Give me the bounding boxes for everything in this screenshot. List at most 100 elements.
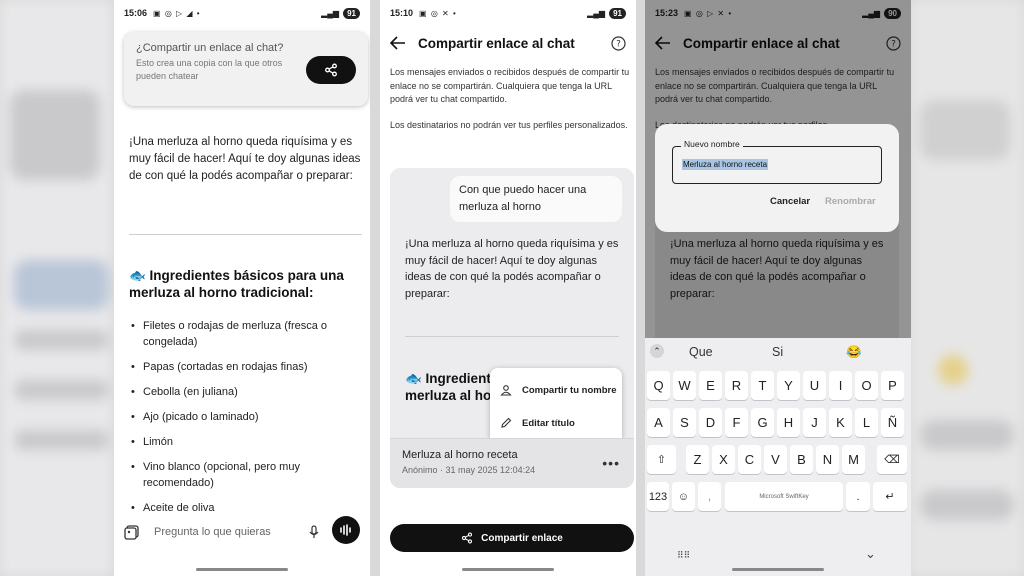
backspace-key-icon[interactable]: ⌫ — [877, 445, 907, 474]
key-row-4: 123 ☺ , Microsoft SwiftKey . ↵ — [645, 482, 911, 512]
ingredients-heading: 🐟 Ingredientes básicos para una merluza … — [129, 268, 344, 300]
right-background-blur — [910, 0, 1024, 576]
menu-item-label: Editar título — [522, 417, 575, 429]
key[interactable]: I — [829, 371, 852, 400]
key[interactable]: V — [764, 445, 787, 474]
person-icon — [500, 385, 512, 396]
key[interactable]: E — [699, 371, 722, 400]
list-item: Cebolla (en juliana) — [129, 384, 359, 400]
left-background-blur — [0, 0, 113, 576]
suggestion-item[interactable]: Si — [772, 345, 783, 359]
notification-icons: ▣ ◎ ✕ • — [419, 8, 457, 18]
suggestion-item[interactable]: Que — [689, 345, 713, 359]
share-link-button[interactable]: Compartir enlace — [390, 524, 634, 552]
numbers-key[interactable]: 123 — [647, 482, 669, 511]
phone-screen-2: 15:10 ▣ ◎ ✕ • ▂▄▆ 91 Compartir enlace al… — [380, 0, 636, 576]
back-arrow-icon[interactable] — [390, 36, 406, 50]
chat-preview-card: Con que puedo hacer una merluza al horno… — [390, 168, 634, 488]
attach-image-icon[interactable] — [124, 524, 140, 540]
key[interactable]: O — [855, 371, 878, 400]
list-item: Limón — [129, 434, 359, 450]
key[interactable]: W — [673, 371, 696, 400]
gesture-bar — [196, 568, 288, 571]
options-menu: Compartir tu nombre Editar título — [490, 368, 622, 444]
chat-input[interactable]: Pregunta lo que quieras — [154, 526, 271, 538]
privacy-note: Los destinatarios no podrán ver tus perf… — [390, 120, 628, 130]
phone-screen-1: 15:06 ▣ ◎ ▷ ◢ • ▂▄▆ 91 merluza al horno … — [114, 0, 370, 576]
keyboard-grid-icon[interactable]: ⠿⠿ — [677, 550, 690, 561]
key[interactable]: G — [751, 408, 774, 437]
key[interactable]: S — [673, 408, 696, 437]
menu-item-edit-title[interactable]: Editar título — [490, 408, 622, 438]
chevron-down-icon[interactable]: ⌄ — [865, 546, 876, 562]
disclaimer-text: Los mensajes enviados o recibidos despué… — [390, 67, 630, 104]
key-row-3: ⇧ Z X C V B N M ⌫ — [645, 445, 911, 475]
share-prompt-title: ¿Compartir un enlace al chat? — [136, 42, 284, 54]
chat-name: Merluza al horno receta — [402, 449, 518, 461]
chevron-up-icon[interactable]: ⌃ — [650, 344, 664, 358]
key[interactable]: Z — [686, 445, 709, 474]
key[interactable]: F — [725, 408, 748, 437]
phone-screen-3: 15:23 ▣ ◎ ▷ ✕ • ▂▄▆ 90 Compartir enlace … — [645, 0, 911, 576]
emoji-key-icon[interactable]: ☺ — [672, 482, 695, 511]
key[interactable]: A — [647, 408, 670, 437]
top-app-bar: Compartir enlace al chat ? — [380, 30, 636, 56]
share-prompt-subtitle: Esto crea una copia con la que otros pue… — [136, 58, 283, 81]
field-value[interactable]: Merluza al horno receta — [682, 159, 769, 170]
key[interactable]: P — [881, 371, 904, 400]
space-key[interactable]: Microsoft SwiftKey — [725, 482, 843, 511]
key[interactable]: X — [712, 445, 735, 474]
battery-level: 91 — [343, 7, 360, 19]
key[interactable]: R — [725, 371, 748, 400]
key[interactable]: U — [803, 371, 826, 400]
key[interactable]: J — [803, 408, 826, 437]
key[interactable]: K — [829, 408, 852, 437]
rename-button[interactable]: Renombrar — [825, 196, 876, 207]
field-label: Nuevo nombre — [681, 139, 743, 149]
share-link-label: Compartir enlace — [481, 532, 563, 544]
signal-icon: ▂▄▆ — [321, 8, 340, 18]
list-item: Ajo (picado o laminado) — [129, 409, 359, 425]
shift-key-icon[interactable]: ⇧ — [647, 445, 676, 474]
key[interactable]: T — [751, 371, 774, 400]
list-item: Papas (cortadas en rodajas finas) — [129, 359, 359, 375]
suggestion-item[interactable]: 😂 — [846, 345, 862, 360]
divider — [129, 234, 362, 235]
more-options-icon[interactable]: ••• — [602, 455, 620, 471]
pencil-icon — [501, 417, 512, 428]
microphone-comma-key[interactable]: , — [698, 482, 721, 511]
key[interactable]: D — [699, 408, 722, 437]
gesture-bar — [462, 568, 554, 571]
key[interactable]: Q — [647, 371, 670, 400]
key[interactable]: Y — [777, 371, 800, 400]
period-key[interactable]: . — [846, 482, 870, 511]
key[interactable]: C — [738, 445, 761, 474]
page-title: Compartir enlace al chat — [418, 35, 575, 51]
key[interactable]: L — [855, 408, 878, 437]
keyboard: ⌃ Que Si 😂 Q W E R T Y U I O P A S D F G… — [645, 338, 911, 576]
key[interactable]: B — [790, 445, 813, 474]
assistant-reply: ¡Una merluza al horno queda riquísima y … — [405, 238, 619, 300]
share-link-prompt: ¿Compartir un enlace al chat? Esto crea … — [124, 32, 368, 106]
key[interactable]: M — [842, 445, 865, 474]
share-button[interactable] — [306, 56, 356, 84]
menu-item-share-name[interactable]: Compartir tu nombre — [490, 375, 622, 405]
list-item: Filetes o rodajas de merluza (fresca o c… — [129, 318, 359, 350]
svg-text:?: ? — [616, 39, 621, 49]
signal-icon: ▂▄▆ — [587, 8, 606, 18]
shared-chat-footer: Merluza al horno receta Anónimo · 31 may… — [390, 438, 634, 488]
key-row-2: A S D F G H J K L Ñ — [645, 408, 911, 438]
help-icon[interactable]: ? — [611, 35, 626, 51]
voice-mode-button[interactable] — [332, 516, 360, 544]
status-time: 15:10 — [390, 8, 414, 18]
microphone-icon[interactable] — [308, 525, 320, 539]
enter-key-icon[interactable]: ↵ — [873, 482, 907, 511]
key[interactable]: Ñ — [881, 408, 904, 437]
new-name-field[interactable]: Nuevo nombre Merluza al horno receta — [672, 139, 882, 184]
status-bar: 15:10 ▣ ◎ ✕ • ▂▄▆ 91 — [380, 0, 636, 26]
keyboard-nav-bar: ⠿⠿ ⌄ — [645, 546, 911, 568]
key[interactable]: N — [816, 445, 839, 474]
rename-dialog: Nuevo nombre Merluza al horno receta Can… — [655, 124, 899, 232]
cancel-button[interactable]: Cancelar — [770, 196, 810, 207]
key[interactable]: H — [777, 408, 800, 437]
